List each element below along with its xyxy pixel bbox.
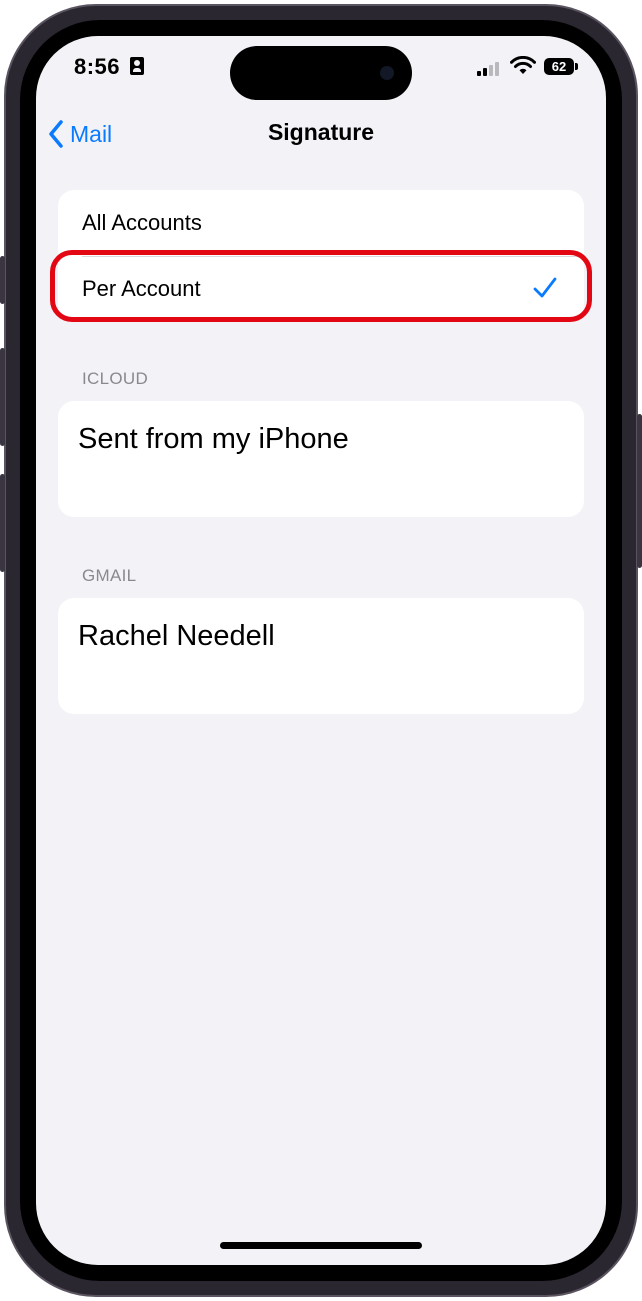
option-label: All Accounts bbox=[82, 210, 202, 235]
camera-icon bbox=[380, 66, 394, 80]
status-bar: 8:56 62 bbox=[36, 36, 606, 106]
option-all-accounts[interactable]: All Accounts bbox=[58, 190, 584, 256]
signature-text: Sent from my iPhone bbox=[78, 423, 349, 455]
row-divider bbox=[82, 256, 584, 257]
checkmark-icon bbox=[533, 277, 557, 298]
home-indicator[interactable] bbox=[220, 1242, 422, 1249]
volume-up-button bbox=[0, 348, 5, 446]
navigation-bar: Mail Signature bbox=[36, 112, 606, 156]
volume-down-button bbox=[0, 474, 5, 572]
screen: 8:56 62 Mail Signature All Accounts Per … bbox=[36, 36, 606, 1265]
section-header-gmail: GMAIL bbox=[82, 566, 137, 585]
contact-card-icon bbox=[130, 57, 144, 75]
signature-text: Rachel Needell bbox=[78, 620, 275, 652]
page-title: Signature bbox=[267, 119, 375, 145]
battery-icon: 62 bbox=[544, 58, 578, 75]
status-time: 8:56 bbox=[74, 54, 121, 79]
signature-field-icloud[interactable]: Sent from my iPhone bbox=[58, 401, 584, 517]
cellular-signal-icon bbox=[477, 62, 503, 76]
action-button bbox=[0, 256, 5, 304]
signature-mode-group: All Accounts Per Account bbox=[58, 190, 584, 322]
dynamic-island bbox=[230, 46, 412, 100]
option-per-account[interactable]: Per Account bbox=[58, 256, 584, 322]
wifi-icon bbox=[510, 56, 536, 74]
signature-field-gmail[interactable]: Rachel Needell bbox=[58, 598, 584, 714]
section-header-icloud: ICLOUD bbox=[82, 369, 149, 388]
option-label: Per Account bbox=[82, 276, 201, 301]
battery-level: 62 bbox=[551, 59, 567, 74]
power-button bbox=[637, 414, 642, 568]
